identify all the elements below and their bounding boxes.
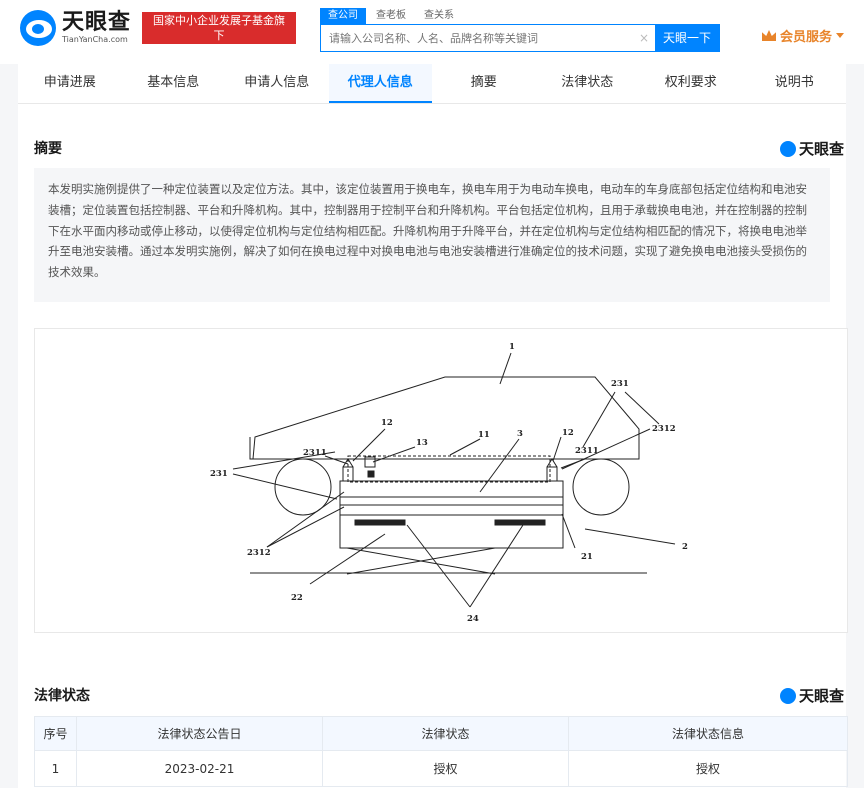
tab-applicant[interactable]: 申请人信息	[225, 64, 329, 103]
table-cell: 2023-02-21	[76, 750, 323, 787]
figure-label: 12	[381, 418, 393, 428]
brand-text: 天眼查	[798, 140, 844, 158]
figure-label: 2312	[247, 548, 271, 558]
legal-status-title: 法律状态	[34, 688, 90, 704]
figure-label: 2311	[575, 446, 599, 456]
vip-label: 会员服务	[780, 30, 833, 45]
abstract-title: 摘要	[34, 141, 62, 157]
banner-line-1: 国家中小企业发展子基金旗下	[153, 14, 285, 42]
patent-figure-svg: 1 231 2312 12 11 3 12 13 2311 2311 231 2…	[210, 342, 688, 624]
tab-abstract[interactable]: 摘要	[432, 64, 536, 103]
figure-label: 2311	[303, 448, 327, 458]
table-row: 1 2023-02-21 授权 授权	[34, 750, 848, 787]
clear-icon[interactable]: ×	[633, 25, 655, 51]
banner-line-2: 官方备案企业征信机构	[164, 44, 274, 57]
column-header: 法律状态公告日	[76, 716, 323, 751]
column-header: 法律状态	[322, 716, 569, 751]
table-cell: 授权	[322, 750, 569, 787]
content-panel: 摘要 天眼查 本发明实施例提供了一种定位装置以及定位方法。其中，该定位装置用于换…	[18, 104, 848, 788]
search-tab-relation[interactable]: 查关系	[416, 8, 462, 24]
figure-label: 231	[611, 379, 629, 389]
search-input[interactable]	[321, 25, 633, 51]
tab-progress[interactable]: 申请进展	[18, 64, 122, 103]
figure-label: 24	[467, 614, 479, 624]
table-cell: 授权	[568, 750, 848, 787]
tab-agent[interactable]: 代理人信息	[328, 64, 432, 103]
tab-description[interactable]: 说明书	[743, 64, 847, 103]
vip-service-menu[interactable]: 会员服务	[762, 26, 845, 45]
figure-label: 12	[562, 428, 574, 438]
figure-label: 13	[416, 438, 428, 448]
figure-label: 21	[581, 552, 593, 562]
search-button[interactable]: 天眼一下	[655, 25, 719, 51]
patent-tabs: 申请进展 基本信息 申请人信息 代理人信息 摘要 法律状态 权利要求 说明书	[18, 64, 846, 104]
patent-drawing[interactable]: 1 231 2312 12 11 3 12 13 2311 2311 231 2…	[34, 328, 848, 633]
table-cell: 1	[34, 750, 77, 787]
tab-basic-info[interactable]: 基本信息	[122, 64, 226, 103]
figure-label: 231	[210, 469, 228, 479]
eye-logo-icon	[20, 10, 56, 46]
figure-label: 2	[682, 542, 688, 552]
chevron-down-icon	[836, 33, 845, 38]
figure-label: 11	[478, 430, 490, 440]
eye-logo-icon	[779, 687, 796, 704]
figure-label: 3	[517, 429, 523, 439]
search-tab-boss[interactable]: 查老板	[368, 8, 414, 24]
tab-legal-status[interactable]: 法律状态	[536, 64, 640, 103]
search-area: 查公司 查老板 查关系 × 天眼一下	[320, 8, 720, 52]
official-banner: 国家中小企业发展子基金旗下 官方备案企业征信机构	[142, 12, 296, 57]
crown-icon	[762, 30, 776, 41]
figure-label: 1	[509, 342, 515, 352]
search-tab-company[interactable]: 查公司	[320, 8, 366, 24]
abstract-text: 本发明实施例提供了一种定位装置以及定位方法。其中，该定位装置用于换电车，换电车用…	[34, 168, 830, 302]
tab-claims[interactable]: 权利要求	[639, 64, 743, 103]
column-header: 序号	[34, 716, 77, 751]
logo-domain: TianYanCha.com	[62, 35, 128, 44]
legal-status-table: 序号 法律状态公告日 法律状态 法律状态信息 1 2023-02-21 授权 授…	[34, 716, 848, 787]
figure-label: 22	[291, 593, 303, 603]
logo-text: 天眼查	[62, 10, 132, 35]
tianyancha-logo[interactable]: 天眼查 TianYanCha.com	[20, 10, 131, 46]
brand-watermark: 天眼查	[779, 138, 844, 159]
column-header: 法律状态信息	[568, 716, 848, 751]
eye-logo-icon	[779, 140, 796, 157]
brand-text: 天眼查	[798, 687, 844, 705]
top-header: 天眼查 TianYanCha.com 国家中小企业发展子基金旗下 官方备案企业征…	[0, 0, 864, 64]
figure-label: 2312	[652, 424, 676, 434]
brand-watermark: 天眼查	[779, 685, 844, 706]
